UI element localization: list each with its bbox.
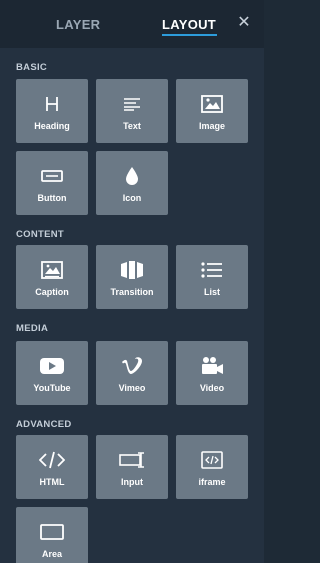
code-icon xyxy=(16,449,88,471)
tile-text[interactable]: Text xyxy=(96,79,168,143)
droplet-icon xyxy=(96,165,168,187)
tile-image[interactable]: Image xyxy=(176,79,248,143)
tile-heading[interactable]: Heading xyxy=(16,79,88,143)
tile-label: Caption xyxy=(35,287,69,297)
text-icon xyxy=(96,93,168,115)
layout-panel: LAYER LAYOUT ✕ BASIC Heading Text Image … xyxy=(0,0,264,563)
tile-icon[interactable]: Icon xyxy=(96,151,168,215)
heading-icon xyxy=(16,93,88,115)
tile-transition[interactable]: Transition xyxy=(96,245,168,309)
youtube-icon xyxy=(16,355,88,377)
tile-label: Input xyxy=(121,477,143,487)
area-icon xyxy=(16,521,88,543)
tile-label: Button xyxy=(37,193,67,203)
section-title-media: MEDIA xyxy=(16,323,49,334)
tab-layer[interactable]: LAYER xyxy=(56,17,100,32)
caption-icon xyxy=(16,259,88,281)
tile-button[interactable]: Button xyxy=(16,151,88,215)
tile-label: HTML xyxy=(39,477,65,487)
button-icon xyxy=(16,165,88,187)
tab-layout[interactable]: LAYOUT xyxy=(162,17,218,36)
tile-label: YouTube xyxy=(33,383,71,393)
iframe-icon xyxy=(176,449,248,471)
section-title-content: CONTENT xyxy=(16,229,65,240)
image-icon xyxy=(176,93,248,115)
tile-label: Heading xyxy=(34,121,70,131)
tile-label: Icon xyxy=(122,193,142,203)
vimeo-icon xyxy=(96,355,168,377)
tab-bar: LAYER LAYOUT ✕ xyxy=(0,0,264,48)
tile-label: Video xyxy=(199,383,225,393)
tile-label: Area xyxy=(41,549,62,559)
tile-label: Transition xyxy=(110,287,154,297)
tile-label: iframe xyxy=(198,477,226,487)
tile-video[interactable]: Video xyxy=(176,341,248,405)
tile-area[interactable]: Area xyxy=(16,507,88,563)
tile-label: List xyxy=(203,287,220,297)
tile-iframe[interactable]: iframe xyxy=(176,435,248,499)
tile-youtube[interactable]: YouTube xyxy=(16,341,88,405)
list-icon xyxy=(176,259,248,281)
tile-label: Image xyxy=(198,121,225,131)
tile-list[interactable]: List xyxy=(176,245,248,309)
transition-icon xyxy=(96,259,168,281)
tile-html[interactable]: HTML xyxy=(16,435,88,499)
tile-label: Text xyxy=(123,121,141,131)
tile-label: Vimeo xyxy=(118,383,146,393)
section-title-advanced: ADVANCED xyxy=(16,419,72,430)
video-icon xyxy=(176,355,248,377)
tile-caption[interactable]: Caption xyxy=(16,245,88,309)
input-icon xyxy=(96,449,168,471)
section-title-basic: BASIC xyxy=(16,62,48,73)
tile-vimeo[interactable]: Vimeo xyxy=(96,341,168,405)
close-icon[interactable]: ✕ xyxy=(236,13,252,33)
tile-input[interactable]: Input xyxy=(96,435,168,499)
